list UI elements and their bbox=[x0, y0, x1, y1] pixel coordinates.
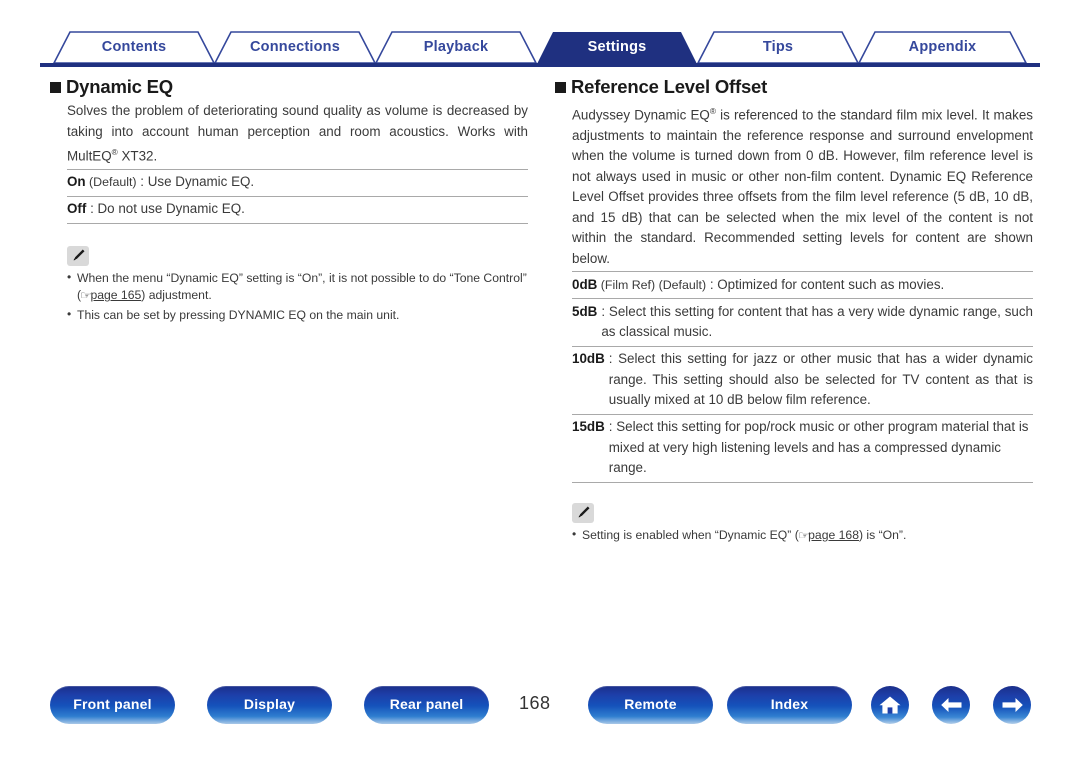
description-head: Audyssey Dynamic EQ bbox=[572, 107, 710, 123]
page-ref-icon: ☞ bbox=[797, 529, 810, 542]
page-link[interactable]: ☞page 168 bbox=[798, 527, 859, 542]
right-note-list: Setting is enabled when “Dynamic EQ” (☞p… bbox=[572, 526, 1033, 546]
pencil-icon bbox=[67, 245, 89, 266]
option-term: 10dB bbox=[572, 351, 605, 367]
square-bullet-icon bbox=[555, 81, 566, 93]
button-label: Index bbox=[770, 695, 809, 712]
dynamic-eq-options: On (Default) : Use Dynamic EQ. Off : Do … bbox=[50, 168, 528, 224]
right-note-block: Setting is enabled when “Dynamic EQ” (☞p… bbox=[555, 502, 1033, 546]
option-paren: (Default) bbox=[85, 175, 137, 190]
section-title-text: Dynamic EQ bbox=[66, 76, 173, 97]
right-column: Reference Level Offset Audyssey Dynamic … bbox=[555, 76, 1033, 546]
remote-button[interactable]: Remote bbox=[588, 686, 713, 724]
page-link[interactable]: ☞page 165 bbox=[80, 288, 142, 303]
home-icon[interactable] bbox=[871, 686, 909, 724]
page-ref-label: page 165 bbox=[90, 288, 142, 303]
note-text-pre: This can be set by pressing DYNAMIC EQ o… bbox=[77, 307, 400, 322]
option-term: 5dB bbox=[572, 303, 598, 319]
index-button[interactable]: Index bbox=[727, 686, 852, 724]
tab-tips[interactable]: Tips bbox=[684, 30, 872, 64]
note-text-post: ) is “On”. bbox=[858, 527, 907, 542]
option-term: 0dB bbox=[572, 276, 598, 292]
tab-label: Connections bbox=[249, 38, 340, 55]
option-desc: : Select this setting for jazz or other … bbox=[608, 351, 1033, 408]
option-row: Off : Do not use Dynamic EQ. bbox=[67, 195, 528, 224]
option-term: Off bbox=[67, 201, 87, 217]
left-note-list: When the menu “Dynamic EQ” setting is “O… bbox=[67, 269, 528, 325]
tab-settings[interactable]: Settings bbox=[523, 30, 711, 64]
arrow-left-glyph bbox=[940, 698, 961, 712]
button-label: Rear panel bbox=[389, 695, 464, 712]
dynamic-eq-description: Solves the problem of deteriorating soun… bbox=[50, 101, 528, 167]
tab-playback[interactable]: Playback bbox=[362, 30, 550, 64]
reference-level-offset-options: 0dB (Film Ref) (Default) : Optimized for… bbox=[555, 271, 1033, 483]
display-button[interactable]: Display bbox=[207, 686, 332, 724]
note-item: When the menu “Dynamic EQ” setting is “O… bbox=[67, 269, 528, 306]
front-panel-button[interactable]: Front panel bbox=[50, 686, 175, 724]
tab-contents[interactable]: Contents bbox=[40, 30, 228, 64]
rear-panel-button[interactable]: Rear panel bbox=[364, 686, 489, 724]
note-text-pre: Setting is enabled when “Dynamic EQ” ( bbox=[582, 527, 799, 542]
option-desc: : Select this setting for content that h… bbox=[601, 303, 1033, 340]
button-label: Front panel bbox=[73, 695, 152, 712]
option-term: 15dB bbox=[572, 419, 605, 435]
home-glyph bbox=[879, 696, 901, 714]
description-body: is referenced to the standard film mix l… bbox=[572, 107, 1033, 266]
tab-bar-underline bbox=[40, 63, 1040, 67]
option-desc: : Select this setting for pop/rock music… bbox=[608, 419, 1029, 476]
button-label: Display bbox=[243, 695, 296, 712]
tab-connections[interactable]: Connections bbox=[201, 30, 389, 64]
arrow-right-icon[interactable] bbox=[993, 686, 1031, 724]
option-row: 10dB : Select this setting for jazz or o… bbox=[572, 345, 1033, 414]
option-desc: : Do not use Dynamic EQ. bbox=[86, 201, 245, 217]
tab-label: Tips bbox=[762, 38, 794, 55]
square-bullet-icon bbox=[50, 81, 61, 93]
tab-bar: Contents Connections Playback Settings T… bbox=[40, 30, 1040, 66]
note-item: This can be set by pressing DYNAMIC EQ o… bbox=[67, 306, 528, 325]
page-title-dynamic-eq: Dynamic EQ bbox=[50, 76, 528, 98]
option-term: On bbox=[67, 174, 86, 190]
option-row: 15dB : Select this setting for pop/rock … bbox=[572, 413, 1033, 483]
option-row: On (Default) : Use Dynamic EQ. bbox=[67, 168, 528, 196]
option-desc: : Use Dynamic EQ. bbox=[136, 174, 255, 190]
tab-label: Settings bbox=[587, 38, 647, 55]
left-note-block: When the menu “Dynamic EQ” setting is “O… bbox=[50, 245, 528, 325]
pencil-glyph bbox=[578, 506, 589, 518]
description-tail: XT32. bbox=[117, 148, 158, 164]
page-number: 168 bbox=[519, 693, 551, 713]
button-label: Remote bbox=[624, 695, 677, 712]
arrow-right-glyph bbox=[1002, 698, 1023, 712]
note-item: Setting is enabled when “Dynamic EQ” (☞p… bbox=[572, 526, 1033, 546]
page-ref-icon: ☞ bbox=[79, 290, 92, 303]
reference-level-offset-description: Audyssey Dynamic EQ® is referenced to th… bbox=[555, 101, 1033, 269]
page-title-reference-level-offset: Reference Level Offset bbox=[555, 76, 1033, 98]
tab-label: Contents bbox=[101, 38, 167, 55]
arrow-left-icon[interactable] bbox=[932, 686, 970, 724]
note-text-post: ) adjustment. bbox=[141, 288, 212, 303]
option-paren: (Film Ref) (Default) bbox=[597, 277, 707, 292]
left-column: Dynamic EQ Solves the problem of deterio… bbox=[50, 76, 528, 325]
tab-label: Appendix bbox=[908, 38, 977, 55]
tab-appendix[interactable]: Appendix bbox=[845, 30, 1040, 64]
option-row: 5dB : Select this setting for content th… bbox=[572, 298, 1033, 346]
section-title-text: Reference Level Offset bbox=[571, 76, 768, 97]
tab-label: Playback bbox=[423, 38, 489, 55]
pencil-glyph bbox=[73, 249, 84, 261]
pencil-icon bbox=[572, 502, 594, 523]
option-row: 0dB (Film Ref) (Default) : Optimized for… bbox=[572, 271, 1033, 298]
option-desc: : Optimized for content such as movies. bbox=[706, 276, 945, 292]
page-ref-label: page 168 bbox=[808, 527, 859, 542]
footer-nav: Front panel Display Rear panel 168 Remot… bbox=[0, 686, 1080, 736]
